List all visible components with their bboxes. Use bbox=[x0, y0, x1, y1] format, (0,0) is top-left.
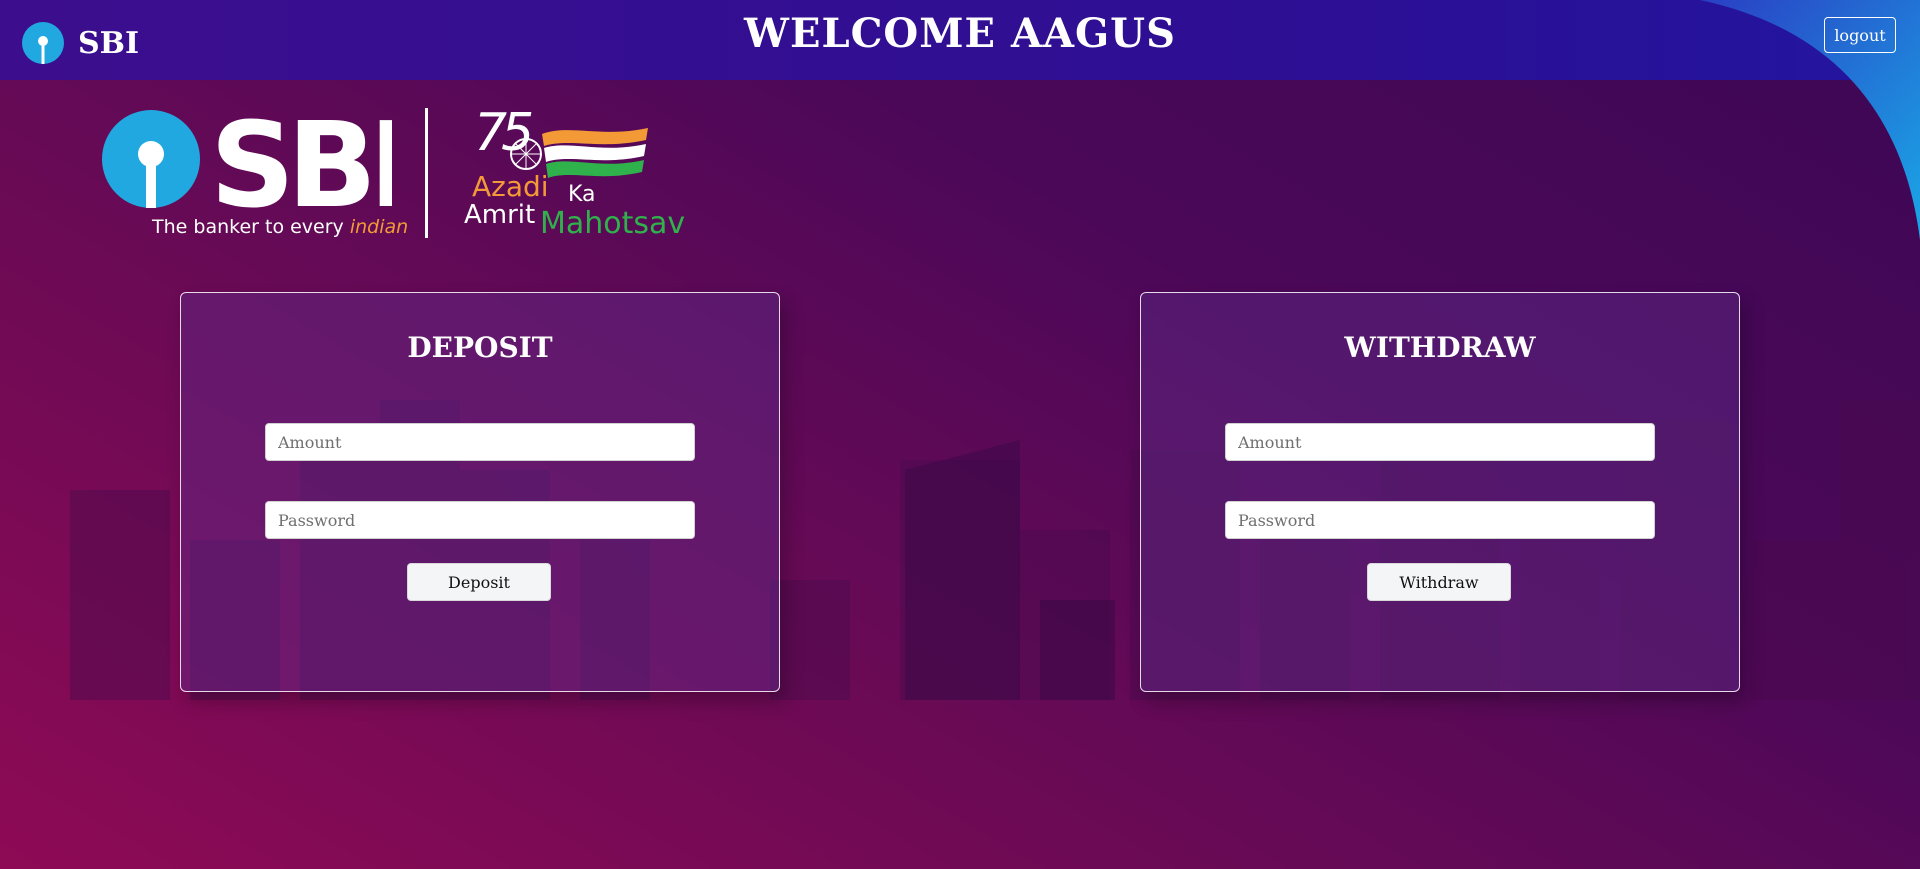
logo-divider bbox=[425, 108, 428, 238]
deposit-card: DEPOSIT Deposit bbox=[180, 292, 780, 692]
deposit-amount-input[interactable] bbox=[265, 423, 695, 461]
deposit-button[interactable]: Deposit bbox=[407, 563, 551, 601]
tagline-highlight: indian bbox=[349, 216, 409, 238]
mahotsav-text: Mahotsav bbox=[540, 206, 686, 241]
deposit-password-input[interactable] bbox=[265, 501, 695, 539]
welcome-heading: WELCOME AAGUS bbox=[744, 10, 1176, 57]
ka-text: Ka bbox=[568, 182, 596, 207]
azadi-text: Azadi bbox=[472, 170, 549, 203]
withdraw-amount-input[interactable] bbox=[1225, 423, 1655, 461]
withdraw-title: WITHDRAW bbox=[1344, 331, 1536, 364]
withdraw-button[interactable]: Withdraw bbox=[1367, 563, 1511, 601]
logo-tagline: The banker to every indian bbox=[152, 216, 408, 238]
withdraw-card: WITHDRAW Withdraw bbox=[1140, 292, 1740, 692]
tagline-text: The banker to every bbox=[152, 216, 344, 238]
sbi-logo-icon: SBI bbox=[102, 108, 392, 210]
logout-button[interactable]: logout bbox=[1824, 17, 1896, 53]
sbi-azadi-logo-banner: SBI The banker to every indian 75 Azadi … bbox=[100, 104, 700, 244]
sbi-logo-letters: SBI bbox=[210, 108, 392, 210]
amrit-text: Amrit bbox=[464, 200, 536, 230]
deposit-title: DEPOSIT bbox=[407, 331, 553, 364]
withdraw-password-input[interactable] bbox=[1225, 501, 1655, 539]
